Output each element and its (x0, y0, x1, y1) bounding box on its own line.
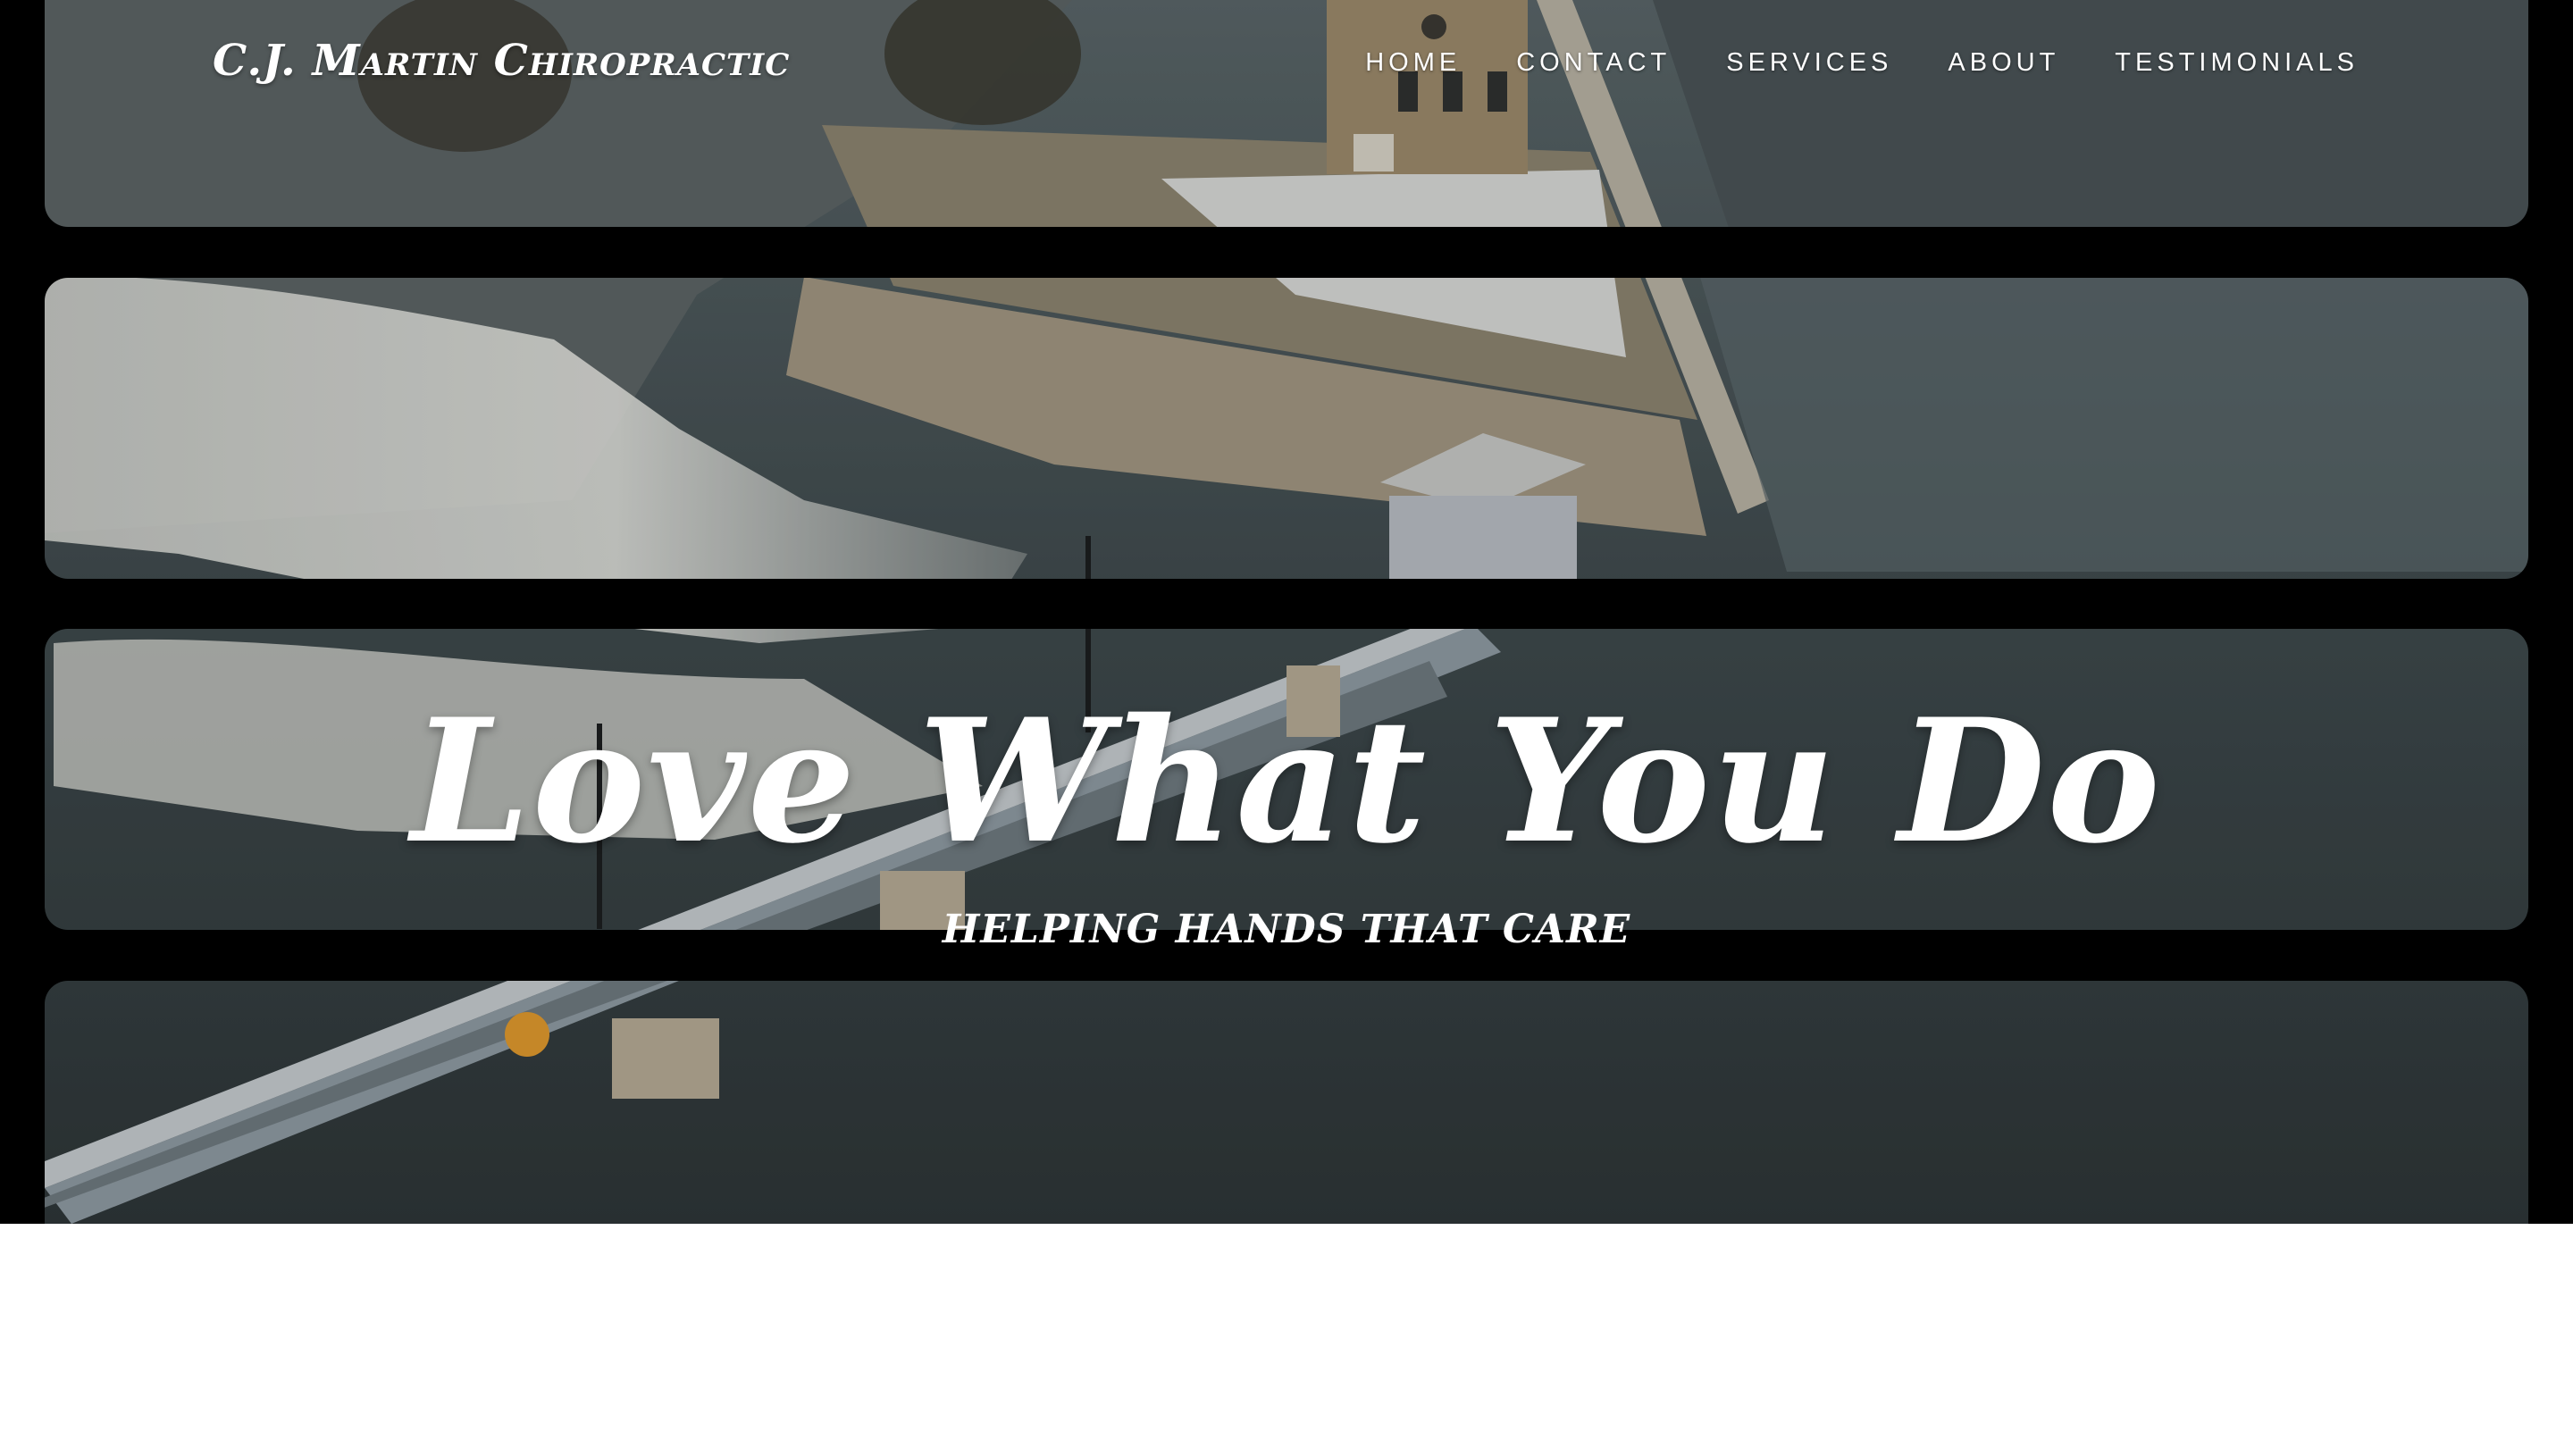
hero-left-gutter (0, 0, 45, 1224)
nav-about-link[interactable]: ABOUT (1948, 48, 2059, 78)
site-header: C.J. Martin Chiropractic HOME CONTACT SE… (0, 0, 2573, 134)
nav-contact-link[interactable]: CONTACT (1516, 48, 1671, 78)
nav-services-link[interactable]: SERVICES (1726, 48, 1892, 78)
site-logo[interactable]: C.J. Martin Chiropractic (213, 36, 790, 86)
nav-home-link[interactable]: HOME (1365, 48, 1461, 78)
hero-section: C.J. Martin Chiropractic HOME CONTACT SE… (0, 0, 2573, 1224)
hero-headline: Love What You Do (411, 682, 2162, 881)
page-content-area (0, 1224, 2573, 1456)
main-navigation: HOME CONTACT SERVICES ABOUT TESTIMONIALS (1365, 48, 2359, 78)
nav-testimonials-link[interactable]: TESTIMONIALS (2115, 48, 2359, 78)
hero-right-gutter (2528, 0, 2573, 1224)
hero-tagline: HELPING HANDS THAT CARE (942, 907, 1631, 952)
hero-background-image (0, 0, 2573, 1224)
